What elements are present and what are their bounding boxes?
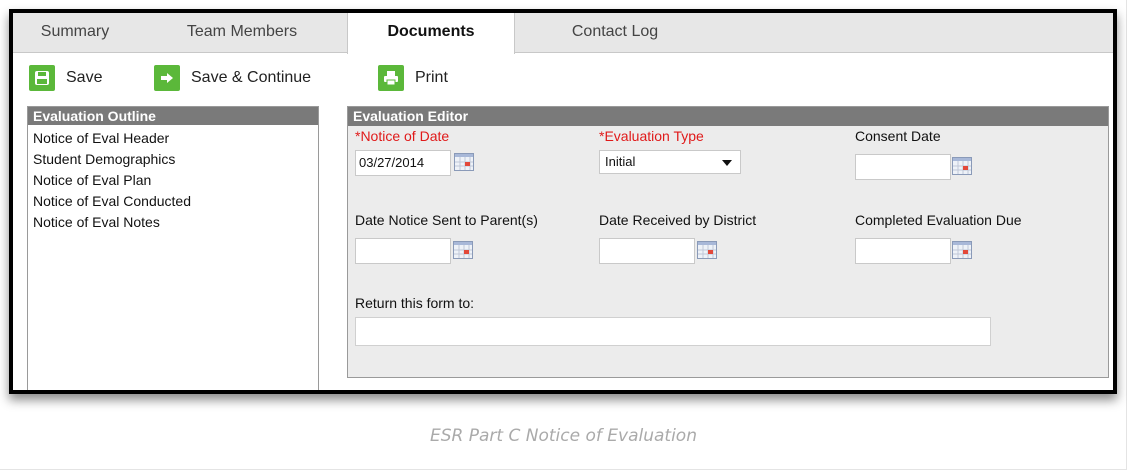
print-button[interactable]: Print [378, 65, 448, 91]
save-button[interactable]: Save [29, 65, 102, 91]
evaluation-outline-panel: Evaluation Outline Notice of Eval Header… [27, 106, 319, 390]
outline-list: Notice of Eval Header Student Demographi… [28, 125, 318, 233]
date-notice-sent-label: Date Notice Sent to Parent(s) [355, 212, 538, 228]
save-continue-button[interactable]: Save & Continue [154, 65, 311, 91]
editor-title: Evaluation Editor [348, 107, 1108, 126]
calendar-icon[interactable] [952, 241, 972, 259]
tab-contact-log[interactable]: Contact Log [515, 13, 715, 53]
notice-date-input[interactable]: 03/27/2014 [355, 150, 451, 176]
save-continue-label: Save & Continue [191, 69, 312, 86]
calendar-icon[interactable] [453, 241, 473, 259]
date-received-label: Date Received by District [599, 212, 757, 228]
calendar-icon[interactable] [454, 153, 474, 171]
save-label: Save [66, 69, 103, 86]
return-form-to-textarea[interactable] [355, 317, 991, 346]
tab-documents[interactable]: Documents [347, 13, 515, 54]
arrow-right-icon [154, 65, 180, 91]
evaluation-type-select[interactable]: Initial [599, 150, 741, 174]
outline-item-notes[interactable]: Notice of Eval Notes [28, 212, 318, 233]
evaluation-type-value: Initial [605, 154, 636, 169]
calendar-icon[interactable] [697, 241, 717, 259]
tab-bar: Summary Team Members Documents Contact L… [13, 13, 1113, 54]
evaluation-editor-panel: Evaluation Editor *Notice of Date 03/27/… [347, 106, 1109, 378]
outline-item-header[interactable]: Notice of Eval Header [28, 128, 318, 149]
completed-eval-due-input[interactable] [855, 238, 951, 264]
date-notice-sent-input[interactable] [355, 238, 451, 264]
notice-date-label: *Notice of Date [355, 128, 450, 144]
date-received-input[interactable] [599, 238, 695, 264]
screenshot-frame: Summary Team Members Documents Contact L… [9, 9, 1117, 394]
printer-icon [378, 65, 404, 91]
calendar-icon[interactable] [952, 157, 972, 175]
print-label: Print [415, 69, 448, 86]
figure-caption: ESR Part C Notice of Evaluation [430, 426, 697, 446]
outline-title: Evaluation Outline [28, 107, 318, 125]
tab-team-members[interactable]: Team Members [137, 13, 347, 53]
consent-date-label: Consent Date [855, 128, 941, 144]
evaluation-type-label: *Evaluation Type [599, 128, 704, 144]
completed-eval-due-label: Completed Evaluation Due [855, 212, 1022, 228]
outline-item-demographics[interactable]: Student Demographics [28, 149, 318, 170]
return-form-to-label: Return this form to: [355, 295, 475, 311]
outline-item-conducted[interactable]: Notice of Eval Conducted [28, 191, 318, 212]
dropdown-arrow-icon [722, 160, 732, 166]
consent-date-input[interactable] [855, 154, 951, 180]
tab-summary[interactable]: Summary [13, 13, 137, 53]
floppy-disk-icon [29, 65, 55, 91]
outline-item-plan[interactable]: Notice of Eval Plan [28, 170, 318, 191]
toolbar: Save Save & Continue Print [13, 55, 1113, 95]
